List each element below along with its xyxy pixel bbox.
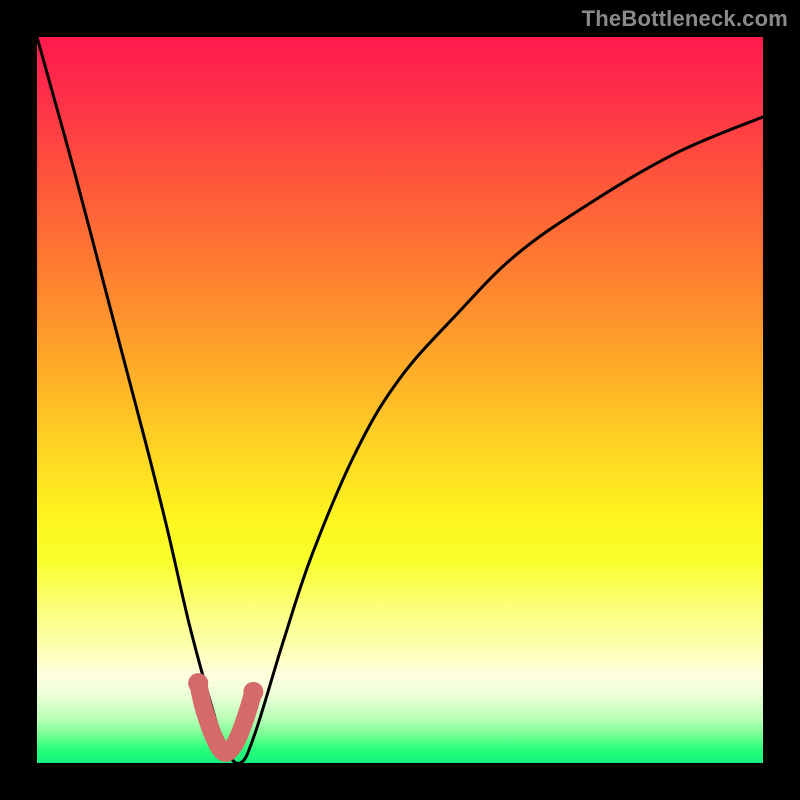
attribution-text: TheBottleneck.com [582, 6, 788, 32]
chart-frame: TheBottleneck.com [0, 0, 800, 800]
plot-area [37, 37, 763, 763]
bottleneck-curve [37, 37, 763, 763]
highlight-endpoint [188, 673, 208, 693]
highlight-endpoint [243, 682, 263, 702]
curve-layer [37, 37, 763, 763]
